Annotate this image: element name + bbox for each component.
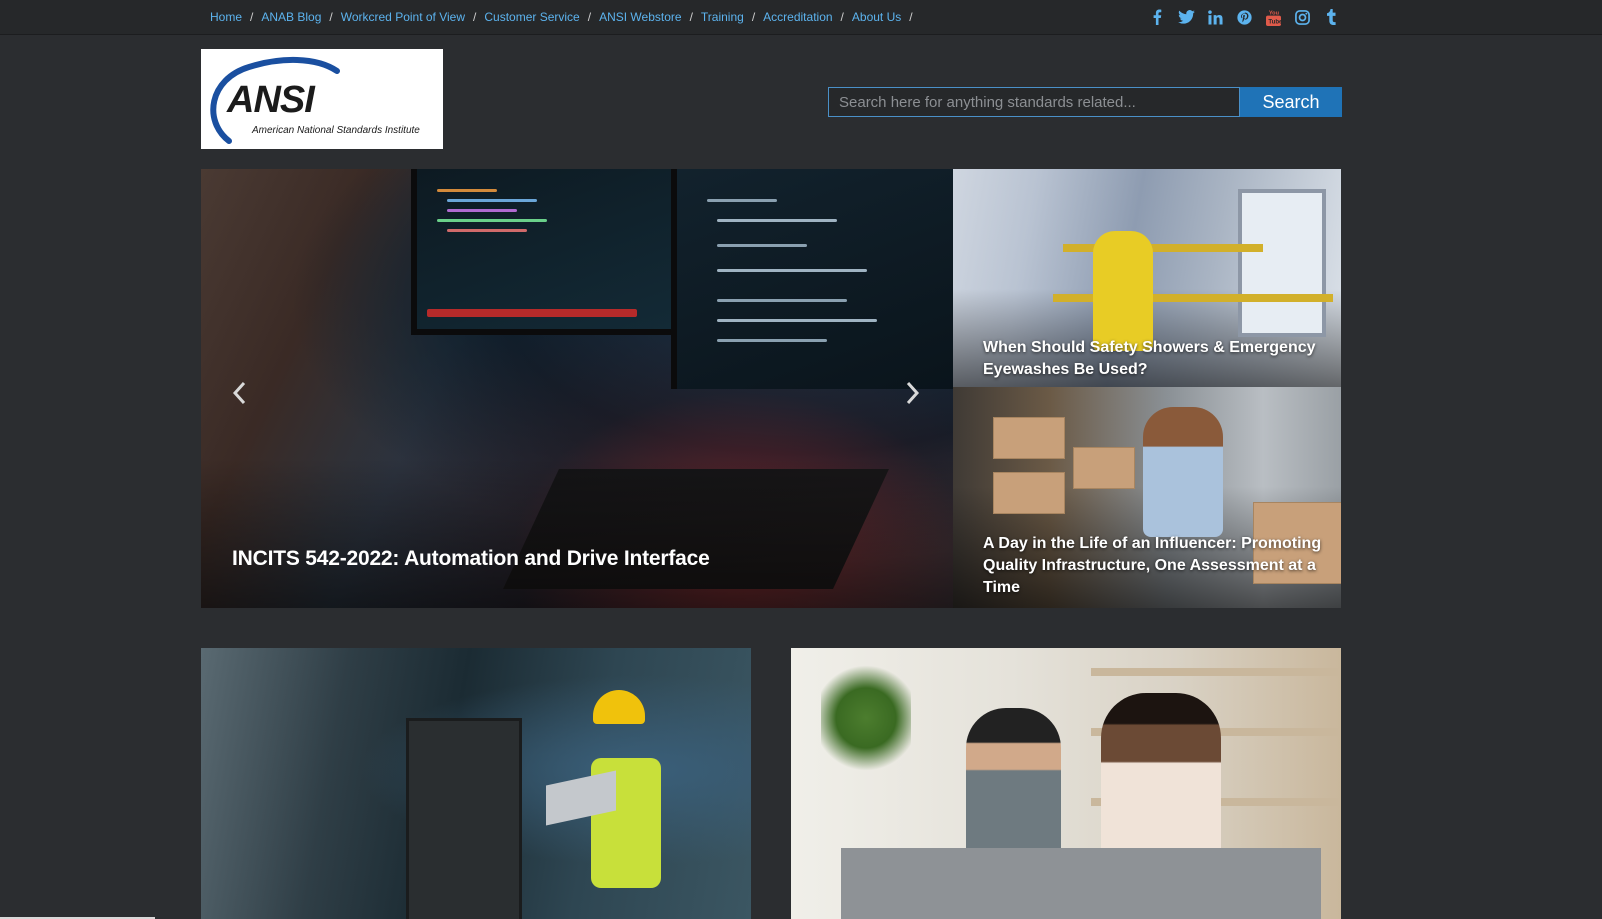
breadcrumb-separator: / — [587, 10, 592, 24]
chevron-right-icon — [906, 381, 920, 405]
nav-link-webstore[interactable]: ANSI Webstore — [599, 10, 681, 24]
card-image-plant — [821, 658, 911, 778]
nav-link-home[interactable]: Home — [210, 10, 242, 24]
code-line — [707, 199, 777, 202]
hero-image-monitor — [411, 169, 683, 335]
code-line — [437, 219, 547, 222]
pinterest-icon[interactable] — [1235, 8, 1253, 26]
article-title[interactable]: A Day in the Life of an Influencer: Prom… — [983, 533, 1321, 599]
article-title-line: Quality Infrastructure, One Assessment a… — [983, 557, 1316, 574]
code-line — [427, 309, 637, 317]
breadcrumb-separator: / — [689, 10, 693, 24]
code-line — [717, 219, 837, 222]
card-image-box — [1073, 447, 1135, 489]
article-title-line: A Day in the Life of an Influencer: Prom… — [983, 535, 1322, 552]
code-line — [447, 199, 537, 202]
svg-text:Tube: Tube — [1268, 18, 1281, 25]
card-image-shelf — [1091, 668, 1341, 676]
code-line — [717, 299, 847, 302]
article-card-meeting[interactable] — [791, 648, 1341, 919]
search-form: Search — [828, 87, 1342, 117]
code-line — [717, 319, 877, 322]
youtube-icon[interactable]: You Tube — [1264, 8, 1282, 26]
card-image-helmet — [593, 690, 645, 724]
social-links: You Tube — [1148, 0, 1340, 34]
facebook-icon[interactable] — [1148, 8, 1166, 26]
article-card-safety-showers[interactable]: When Should Safety Showers & Emergency E… — [953, 169, 1341, 387]
breadcrumb-separator: / — [329, 10, 333, 24]
breadcrumb-separator: / — [909, 10, 913, 24]
code-line — [717, 339, 827, 342]
hero-caption[interactable]: INCITS 542-2022: Automation and Drive In… — [232, 547, 710, 571]
code-line — [717, 244, 807, 247]
code-line — [717, 269, 867, 272]
carousel-prev-button[interactable] — [227, 379, 251, 407]
nav-link-about-us[interactable]: About Us — [852, 10, 901, 24]
nav-link-customer-service[interactable]: Customer Service — [484, 10, 579, 24]
card-image-worker — [1093, 231, 1153, 351]
search-input[interactable] — [828, 87, 1240, 117]
tumblr-icon[interactable] — [1322, 8, 1340, 26]
card-image-box — [993, 472, 1065, 514]
card-image-box — [993, 417, 1065, 459]
breadcrumb-separator: / — [751, 10, 756, 24]
card-image-table — [841, 848, 1321, 919]
card-image-window — [1238, 189, 1326, 337]
hero-image-monitor — [671, 169, 953, 389]
logo-subtitle: American National Standards Institute — [252, 125, 420, 136]
nav-link-anab-blog[interactable]: ANAB Blog — [261, 10, 321, 24]
nav-link-accreditation[interactable]: Accreditation — [763, 10, 832, 24]
nav-link-workcred[interactable]: Workcred Point of View — [341, 10, 465, 24]
linkedin-icon[interactable] — [1206, 8, 1224, 26]
search-button[interactable]: Search — [1240, 87, 1342, 117]
article-title-line: Eyewashes Be Used? — [983, 361, 1148, 378]
top-bar: Home / ANAB Blog / Workcred Point of Vie… — [0, 0, 1602, 35]
code-line — [447, 229, 527, 232]
carousel-next-button[interactable] — [901, 379, 925, 407]
breadcrumb-separator: / — [250, 10, 254, 24]
code-line — [447, 209, 517, 212]
breadcrumb-separator: / — [473, 10, 477, 24]
chevron-left-icon — [232, 381, 246, 405]
hero-shade — [201, 458, 953, 608]
hero-carousel[interactable]: INCITS 542-2022: Automation and Drive In… — [201, 169, 953, 608]
logo-wordmark: ANSI — [227, 79, 315, 121]
instagram-icon[interactable] — [1293, 8, 1311, 26]
breadcrumb-separator: / — [840, 10, 844, 24]
breadcrumb: Home / ANAB Blog / Workcred Point of Vie… — [210, 0, 921, 34]
article-title[interactable]: When Should Safety Showers & Emergency E… — [983, 337, 1316, 381]
card-image-person — [1143, 407, 1223, 537]
ansi-logo[interactable]: ANSI American National Standards Institu… — [201, 49, 443, 149]
article-card-influencer[interactable]: A Day in the Life of an Influencer: Prom… — [953, 387, 1341, 608]
svg-text:You: You — [1268, 10, 1279, 16]
article-title-line: When Should Safety Showers & Emergency — [983, 339, 1316, 356]
card-image-machine — [406, 718, 522, 919]
article-title-line: Time — [983, 579, 1021, 596]
code-line — [437, 189, 497, 192]
article-card-industrial[interactable] — [201, 648, 751, 919]
twitter-icon[interactable] — [1177, 8, 1195, 26]
nav-link-training[interactable]: Training — [701, 10, 744, 24]
